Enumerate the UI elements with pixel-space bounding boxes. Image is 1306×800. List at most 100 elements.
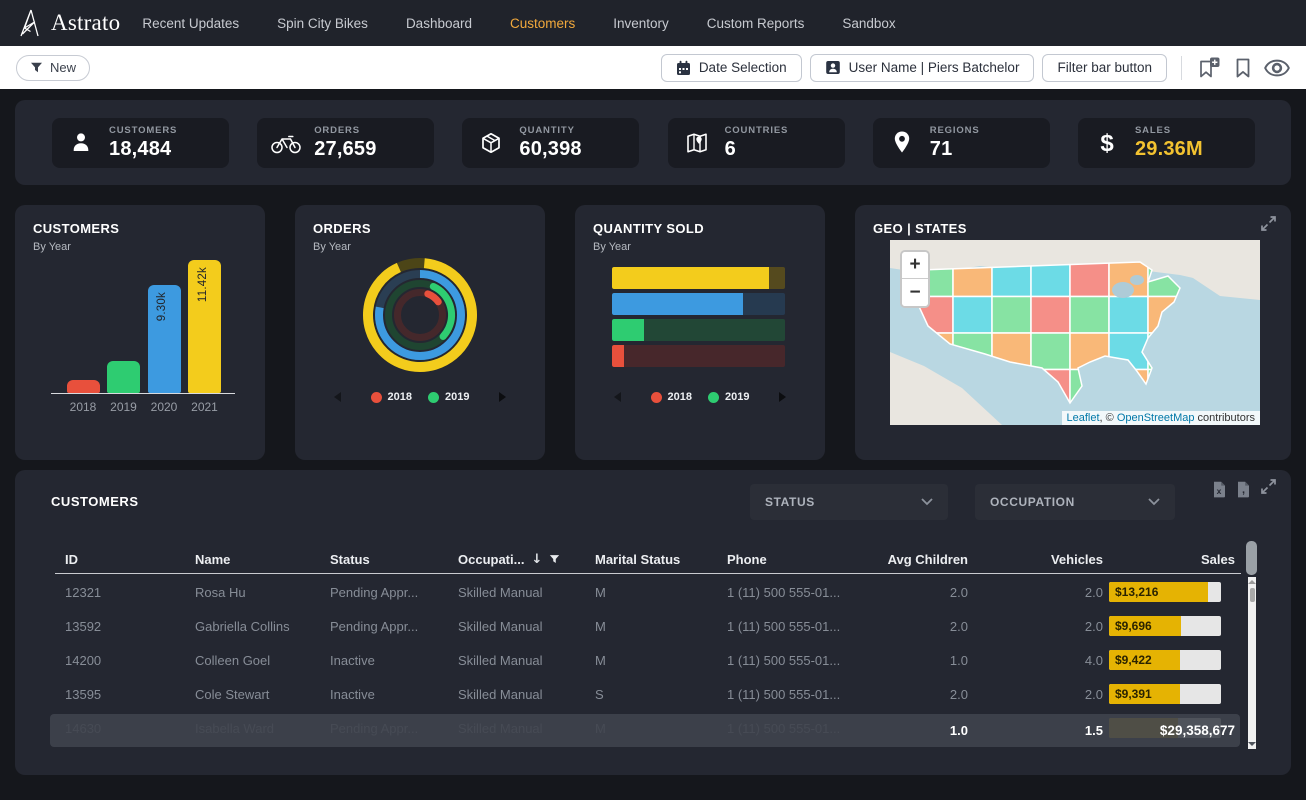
nav-item-spin-city-bikes[interactable]: Spin City Bikes xyxy=(277,16,368,31)
legend-prev-arrow-icon[interactable] xyxy=(334,392,341,402)
kpi-label: ORDERS xyxy=(314,125,376,136)
cell-name: Rosa Hu xyxy=(195,585,330,600)
table-scrollbar-thumb-top[interactable] xyxy=(1246,541,1257,575)
table-row[interactable]: 12321Rosa HuPending Appr...Skilled Manua… xyxy=(15,575,1255,609)
table-row[interactable]: 13592Gabriella CollinsPending Appr...Ski… xyxy=(15,609,1255,643)
column-filter-funnel-icon[interactable] xyxy=(549,554,560,565)
column-header-name[interactable]: Name xyxy=(195,552,330,567)
legend-item-2018[interactable]: 2018 xyxy=(371,391,412,403)
kpi-value: 29.36M xyxy=(1135,138,1203,161)
totals-avg-children: 1.0 xyxy=(877,723,968,738)
zoom-out-button[interactable]: − xyxy=(902,279,928,306)
cell-occupation: Skilled Manual xyxy=(458,653,595,668)
state-shape[interactable] xyxy=(1070,260,1109,297)
cell-marital-status: S xyxy=(595,687,727,702)
column-header-id[interactable]: ID xyxy=(65,552,195,567)
scrollbar-thumb[interactable] xyxy=(1250,588,1255,602)
map-icon xyxy=(680,131,714,155)
chart-legend: 2018 2019 xyxy=(575,391,825,403)
nav-item-customers[interactable]: Customers xyxy=(510,16,575,31)
hbar-2020 xyxy=(612,293,785,315)
column-header-avg-children[interactable]: Avg Children xyxy=(877,552,968,567)
state-shape[interactable] xyxy=(953,297,992,334)
kpi-card-regions: REGIONS71 xyxy=(873,118,1050,168)
legend-prev-arrow-icon[interactable] xyxy=(614,392,621,402)
leaflet-link[interactable]: Leaflet xyxy=(1067,412,1100,424)
sales-bar: $9,391 xyxy=(1109,684,1221,704)
column-header-vehicles[interactable]: Vehicles xyxy=(968,552,1103,567)
legend-next-arrow-icon[interactable] xyxy=(779,392,786,402)
state-shape[interactable] xyxy=(1031,297,1070,334)
nav-item-inventory[interactable]: Inventory xyxy=(613,16,669,31)
state-shape[interactable] xyxy=(1031,333,1070,370)
legend-next-arrow-icon[interactable] xyxy=(499,392,506,402)
scroll-down-arrow-icon[interactable] xyxy=(1248,742,1256,746)
bookmark-add-icon[interactable] xyxy=(1196,55,1222,81)
kpi-card-countries: COUNTRIES6 xyxy=(668,118,845,168)
svg-text:$: $ xyxy=(1100,130,1114,156)
cell-vehicles: 2.0 xyxy=(968,585,1103,600)
occupation-filter-label: OCCUPATION xyxy=(990,495,1075,509)
scroll-up-arrow-icon[interactable] xyxy=(1248,580,1256,584)
bar-2019 xyxy=(107,361,140,393)
bar-value-label: 9.30k xyxy=(156,292,168,321)
hbar-chart xyxy=(612,267,785,371)
date-selection-label: Date Selection xyxy=(699,60,787,75)
expand-icon[interactable] xyxy=(1260,215,1277,237)
table-title: CUSTOMERS xyxy=(51,494,139,509)
nav-item-sandbox[interactable]: Sandbox xyxy=(842,16,895,31)
filter-bar-button[interactable]: Filter bar button xyxy=(1042,54,1167,82)
toolbar-divider xyxy=(1181,56,1182,80)
legend-item-2018[interactable]: 2018 xyxy=(651,391,692,403)
status-filter-dropdown[interactable]: STATUS xyxy=(750,484,948,520)
cell-avg-children: 2.0 xyxy=(877,585,968,600)
user-name-button[interactable]: User Name | Piers Batchelor xyxy=(810,54,1035,82)
column-header-sales[interactable]: Sales xyxy=(1103,552,1235,567)
sales-value: $9,391 xyxy=(1115,684,1152,704)
bookmark-icon[interactable] xyxy=(1230,55,1256,81)
export-excel-icon[interactable]: x xyxy=(1212,481,1227,498)
osm-link[interactable]: OpenStreetMap xyxy=(1117,412,1195,424)
funnel-icon xyxy=(30,62,43,74)
attribution-text: contributors xyxy=(1194,412,1255,424)
nav-item-recent-updates[interactable]: Recent Updates xyxy=(142,16,239,31)
column-header-occupation[interactable]: Occupati... xyxy=(458,552,524,567)
top-nav: Astrato Recent Updates Spin City Bikes Das… xyxy=(0,0,1306,46)
new-filter-button[interactable]: New xyxy=(16,55,90,81)
box-icon xyxy=(474,131,508,155)
column-header-marital-status[interactable]: Marital Status xyxy=(595,552,727,567)
customers-by-year-card: CUSTOMERS By Year 201820199.30k202011.42… xyxy=(15,205,265,460)
export-csv-icon[interactable]: , xyxy=(1236,481,1251,498)
eye-icon[interactable] xyxy=(1264,55,1290,81)
column-header-status[interactable]: Status xyxy=(330,552,458,567)
sales-value: $13,216 xyxy=(1115,582,1158,602)
chart-title: QUANTITY SOLD xyxy=(593,221,704,236)
leaflet-map[interactable]: + − Leaflet, © OpenStreetMap contributor… xyxy=(890,240,1260,425)
attribution-text: , © xyxy=(1100,412,1117,424)
totals-sales: $29,358,677 xyxy=(1103,723,1235,738)
legend-item-2019[interactable]: 2019 xyxy=(428,391,469,403)
zoom-in-button[interactable]: + xyxy=(902,252,928,279)
table-row[interactable]: 13595Cole StewartInactiveSkilled ManualS… xyxy=(15,677,1255,711)
expand-icon[interactable] xyxy=(1260,478,1277,500)
occupation-filter-dropdown[interactable]: OCCUPATION xyxy=(975,484,1175,520)
cell-phone: 1 (11) 500 555-01... xyxy=(727,653,877,668)
state-shape[interactable] xyxy=(1070,297,1109,334)
brand[interactable]: Astrato xyxy=(18,8,120,38)
kpi-label: REGIONS xyxy=(930,125,980,136)
state-shape[interactable] xyxy=(1109,297,1148,334)
nav-item-custom-reports[interactable]: Custom Reports xyxy=(707,16,805,31)
sort-descending-icon[interactable]: ↓ xyxy=(531,552,542,567)
date-selection-button[interactable]: Date Selection xyxy=(661,54,802,82)
sales-bar: $9,696 xyxy=(1109,616,1221,636)
cell-phone: 1 (11) 500 555-01... xyxy=(727,687,877,702)
table-row[interactable]: 14200Colleen GoelInactiveSkilled ManualM… xyxy=(15,643,1255,677)
chart-subtitle: By Year xyxy=(33,241,71,253)
column-header-phone[interactable]: Phone xyxy=(727,552,877,567)
table-scrollbar[interactable] xyxy=(1248,577,1256,749)
map-zoom-control: + − xyxy=(900,250,930,308)
nav-item-dashboard[interactable]: Dashboard xyxy=(406,16,472,31)
state-shape[interactable] xyxy=(992,297,1031,334)
legend-item-2019[interactable]: 2019 xyxy=(708,391,749,403)
sales-value: $9,422 xyxy=(1115,650,1152,670)
